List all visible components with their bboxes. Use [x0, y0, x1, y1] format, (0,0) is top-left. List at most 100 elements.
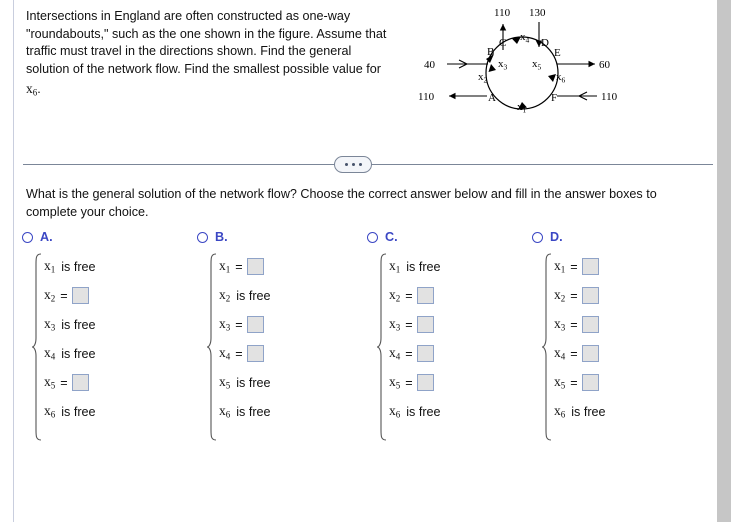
- is-free-label: is free: [61, 317, 96, 332]
- equals-sign: =: [405, 317, 413, 332]
- left-brace-icon: [206, 253, 217, 441]
- choice-header[interactable]: A.: [22, 228, 190, 246]
- variable-x4: x4: [219, 345, 230, 362]
- equals-sign: =: [235, 346, 243, 361]
- answer-input-box[interactable]: [416, 287, 434, 304]
- equation-row: x3 =: [389, 310, 535, 339]
- choice-header[interactable]: D.: [532, 228, 700, 246]
- node-label-F: F: [551, 92, 557, 104]
- equation-row: x3 =: [219, 310, 365, 339]
- variable-x1: x1: [219, 258, 230, 275]
- section-divider: [23, 156, 713, 174]
- choice-header[interactable]: C.: [367, 228, 535, 246]
- variable-x5: x5: [44, 374, 55, 391]
- variable-letter: x: [219, 258, 226, 274]
- equation-row: x3 =: [554, 310, 700, 339]
- variable-x2: x2: [219, 287, 230, 304]
- answer-input-box[interactable]: [581, 258, 599, 275]
- variable-x6: x6: [44, 403, 55, 420]
- equals-sign: =: [60, 375, 68, 390]
- equals-sign: =: [405, 346, 413, 361]
- variable-subscript: 3: [225, 322, 231, 333]
- equation-row: x5 =: [554, 368, 700, 397]
- is-free-label: is free: [61, 346, 96, 361]
- variable-x3: x3: [219, 316, 230, 333]
- equals-sign: =: [405, 375, 413, 390]
- answer-choice-a[interactable]: A. x1 is free x2 = x3 is free x4 is free x5 = x6 is …: [22, 228, 190, 442]
- variable-letter: x: [219, 287, 226, 303]
- answer-input-box[interactable]: [581, 287, 599, 304]
- answer-input-box[interactable]: [246, 345, 264, 362]
- variable-letter: x: [554, 316, 561, 332]
- more-options-button[interactable]: [334, 156, 372, 173]
- equation-row: x1 is free: [44, 252, 190, 281]
- variable-subscript: 3: [395, 322, 401, 333]
- equation-row: x5 =: [44, 368, 190, 397]
- problem-statement-text: Intersections in England are often const…: [26, 9, 387, 76]
- page-right-gutter[interactable]: [717, 0, 731, 522]
- variable-letter: x: [44, 287, 51, 303]
- is-free-label: is free: [571, 404, 606, 419]
- edge-label-x3: x3: [498, 58, 508, 72]
- answer-input-box[interactable]: [416, 316, 434, 333]
- answer-input-box[interactable]: [416, 345, 434, 362]
- variable-letter: x: [389, 374, 396, 390]
- equation-row: x1 =: [554, 252, 700, 281]
- variable-subscript: 1: [225, 264, 231, 275]
- answer-input-box[interactable]: [71, 287, 89, 304]
- equation-row: x4 =: [219, 339, 365, 368]
- variable-subscript: 6: [395, 409, 401, 420]
- answer-input-box[interactable]: [581, 345, 599, 362]
- equals-sign: =: [235, 259, 243, 274]
- answer-input-box[interactable]: [246, 258, 264, 275]
- variable-letter: x: [44, 345, 51, 361]
- node-label-D: D: [541, 37, 549, 49]
- flow-label-60: 60: [599, 59, 611, 71]
- is-free-label: is free: [61, 404, 96, 419]
- variable-letter: x: [554, 287, 561, 303]
- answer-input-box[interactable]: [71, 374, 89, 391]
- is-free-label: is free: [236, 288, 271, 303]
- equals-sign: =: [570, 288, 578, 303]
- variable-x1: x1: [389, 258, 400, 275]
- variable-x4: x4: [554, 345, 565, 362]
- edge-label-x6: x6: [556, 71, 566, 85]
- equation-row: x1 =: [219, 252, 365, 281]
- is-free-label: is free: [61, 259, 96, 274]
- variable-subscript: 5: [560, 380, 566, 391]
- choice-header[interactable]: B.: [197, 228, 365, 246]
- variable-letter: x: [219, 374, 226, 390]
- radio-button-icon[interactable]: [532, 231, 543, 243]
- variable-letter: x: [389, 258, 396, 274]
- equation-row: x4 =: [554, 339, 700, 368]
- variable-x1: x1: [44, 258, 55, 275]
- radio-button-icon[interactable]: [22, 231, 33, 243]
- flow-label-130-top: 130: [529, 7, 546, 19]
- variable-letter: x: [44, 258, 51, 274]
- answer-input-box[interactable]: [581, 374, 599, 391]
- variable-x5: x5: [389, 374, 400, 391]
- variable-x5: x5: [554, 374, 565, 391]
- variable-subscript: 4: [225, 351, 231, 362]
- variable-x3: x3: [44, 316, 55, 333]
- answer-choice-c[interactable]: C. x1 is free x2 = x3 = x4 = x5 = x6 is free: [367, 228, 535, 442]
- choice-system-block: x1 is free x2 = x3 = x4 = x5 = x6 is free: [367, 252, 535, 442]
- roundabout-svg: 110 130 40 110 60 110 B C D E F A x1 x2 …: [418, 7, 618, 115]
- equation-row: x4 =: [389, 339, 535, 368]
- radio-button-icon[interactable]: [197, 231, 208, 243]
- answer-input-box[interactable]: [581, 316, 599, 333]
- answer-input-box[interactable]: [246, 316, 264, 333]
- variable-x5: x5: [219, 374, 230, 391]
- answer-choice-b[interactable]: B. x1 = x2 is free x3 = x4 = x5 is free x6 is free: [197, 228, 365, 442]
- radio-button-icon[interactable]: [367, 231, 378, 243]
- equals-sign: =: [60, 288, 68, 303]
- variable-subscript: 3: [50, 322, 56, 333]
- answer-input-box[interactable]: [416, 374, 434, 391]
- equation-row: x2 =: [44, 281, 190, 310]
- variable-subscript: 4: [560, 351, 566, 362]
- variable-subscript: 4: [395, 351, 401, 362]
- choice-system-block: x1 = x2 = x3 = x4 = x5 = x6 is free: [532, 252, 700, 442]
- answer-choice-d[interactable]: D. x1 = x2 = x3 = x4 = x5 = x6 is free: [532, 228, 700, 442]
- variable-letter: x: [389, 345, 396, 361]
- equals-sign: =: [570, 346, 578, 361]
